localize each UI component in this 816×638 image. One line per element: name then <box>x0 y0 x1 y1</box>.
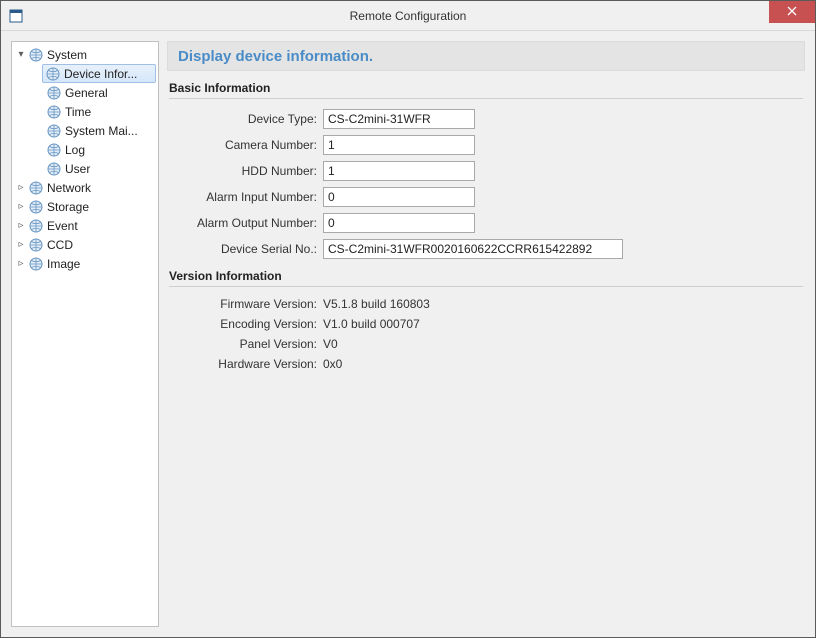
tree-item-time[interactable]: Time <box>12 102 158 121</box>
tree-label: System <box>47 48 87 62</box>
divider <box>169 98 803 99</box>
row-alarm-input: Alarm Input Number: <box>167 187 805 207</box>
app-icon <box>8 8 24 24</box>
version-form: Firmware Version: V5.1.8 build 160803 En… <box>167 297 805 371</box>
section-version-title: Version Information <box>169 269 803 283</box>
title-bar[interactable]: Remote Configuration <box>1 1 815 31</box>
tree-item-system-maintenance[interactable]: System Mai... <box>12 121 158 140</box>
label-device-type: Device Type: <box>167 112 323 126</box>
globe-icon <box>46 123 62 139</box>
row-hdd-number: HDD Number: <box>167 161 805 181</box>
globe-icon <box>45 66 61 82</box>
value-panel: V0 <box>323 337 338 351</box>
row-panel: Panel Version: V0 <box>167 337 805 351</box>
input-hdd-number[interactable] <box>323 161 475 181</box>
globe-icon <box>46 142 62 158</box>
expand-icon[interactable]: ▹ <box>14 182 28 193</box>
input-device-type[interactable] <box>323 109 475 129</box>
globe-icon <box>28 180 44 196</box>
label-panel: Panel Version: <box>167 337 323 351</box>
label-hardware: Hardware Version: <box>167 357 323 371</box>
globe-icon <box>28 199 44 215</box>
label-alarm-input: Alarm Input Number: <box>167 190 323 204</box>
window-title: Remote Configuration <box>1 9 815 23</box>
nav-tree[interactable]: ▾ System Device Infor... General <box>11 41 159 627</box>
value-encoding: V1.0 build 000707 <box>323 317 420 331</box>
close-icon <box>787 3 797 21</box>
row-hardware: Hardware Version: 0x0 <box>167 357 805 371</box>
value-firmware: V5.1.8 build 160803 <box>323 297 430 311</box>
expand-icon[interactable]: ▹ <box>14 239 28 250</box>
window-body: ▾ System Device Infor... General <box>1 31 815 637</box>
tree-item-image[interactable]: ▹ Image <box>12 254 158 273</box>
tree-label: Time <box>65 105 91 119</box>
row-device-type: Device Type: <box>167 109 805 129</box>
row-firmware: Firmware Version: V5.1.8 build 160803 <box>167 297 805 311</box>
close-button[interactable] <box>769 1 815 23</box>
tree-item-device-info[interactable]: Device Infor... <box>42 64 156 83</box>
globe-icon <box>28 256 44 272</box>
tree-item-general[interactable]: General <box>12 83 158 102</box>
globe-icon <box>46 161 62 177</box>
collapse-icon[interactable]: ▾ <box>14 49 28 60</box>
content-panel: Display device information. Basic Inform… <box>167 41 805 627</box>
label-hdd-number: HDD Number: <box>167 164 323 178</box>
section-basic-title: Basic Information <box>169 81 803 95</box>
globe-icon <box>28 237 44 253</box>
content-header: Display device information. <box>167 41 805 71</box>
globe-icon <box>28 218 44 234</box>
tree-label: Event <box>47 219 78 233</box>
row-serial: Device Serial No.: <box>167 239 805 259</box>
tree-label: System Mai... <box>65 124 138 138</box>
globe-icon <box>28 47 44 63</box>
globe-icon <box>46 85 62 101</box>
input-alarm-input[interactable] <box>323 187 475 207</box>
content-header-text: Display device information. <box>178 48 373 65</box>
label-serial: Device Serial No.: <box>167 242 323 256</box>
row-camera-number: Camera Number: <box>167 135 805 155</box>
expand-icon[interactable]: ▹ <box>14 201 28 212</box>
tree-label: Device Infor... <box>64 67 137 81</box>
tree-label: CCD <box>47 238 73 252</box>
row-alarm-output: Alarm Output Number: <box>167 213 805 233</box>
label-firmware: Firmware Version: <box>167 297 323 311</box>
tree-item-log[interactable]: Log <box>12 140 158 159</box>
input-serial[interactable] <box>323 239 623 259</box>
label-camera-number: Camera Number: <box>167 138 323 152</box>
row-encoding: Encoding Version: V1.0 build 000707 <box>167 317 805 331</box>
expand-icon[interactable]: ▹ <box>14 220 28 231</box>
label-alarm-output: Alarm Output Number: <box>167 216 323 230</box>
tree-label: Storage <box>47 200 89 214</box>
tree-item-network[interactable]: ▹ Network <box>12 178 158 197</box>
label-encoding: Encoding Version: <box>167 317 323 331</box>
window-remote-configuration: Remote Configuration ▾ System Device Inf… <box>0 0 816 638</box>
input-camera-number[interactable] <box>323 135 475 155</box>
tree-item-event[interactable]: ▹ Event <box>12 216 158 235</box>
value-hardware: 0x0 <box>323 357 342 371</box>
tree-label: Image <box>47 257 80 271</box>
input-alarm-output[interactable] <box>323 213 475 233</box>
tree-item-ccd[interactable]: ▹ CCD <box>12 235 158 254</box>
tree-item-system[interactable]: ▾ System <box>12 45 158 64</box>
tree-label: User <box>65 162 90 176</box>
tree-item-user[interactable]: User <box>12 159 158 178</box>
tree-label: Log <box>65 143 85 157</box>
basic-form: Device Type: Camera Number: HDD Number: … <box>167 109 805 259</box>
tree-label: Network <box>47 181 91 195</box>
expand-icon[interactable]: ▹ <box>14 258 28 269</box>
divider <box>169 286 803 287</box>
tree-label: General <box>65 86 108 100</box>
tree-item-storage[interactable]: ▹ Storage <box>12 197 158 216</box>
globe-icon <box>46 104 62 120</box>
